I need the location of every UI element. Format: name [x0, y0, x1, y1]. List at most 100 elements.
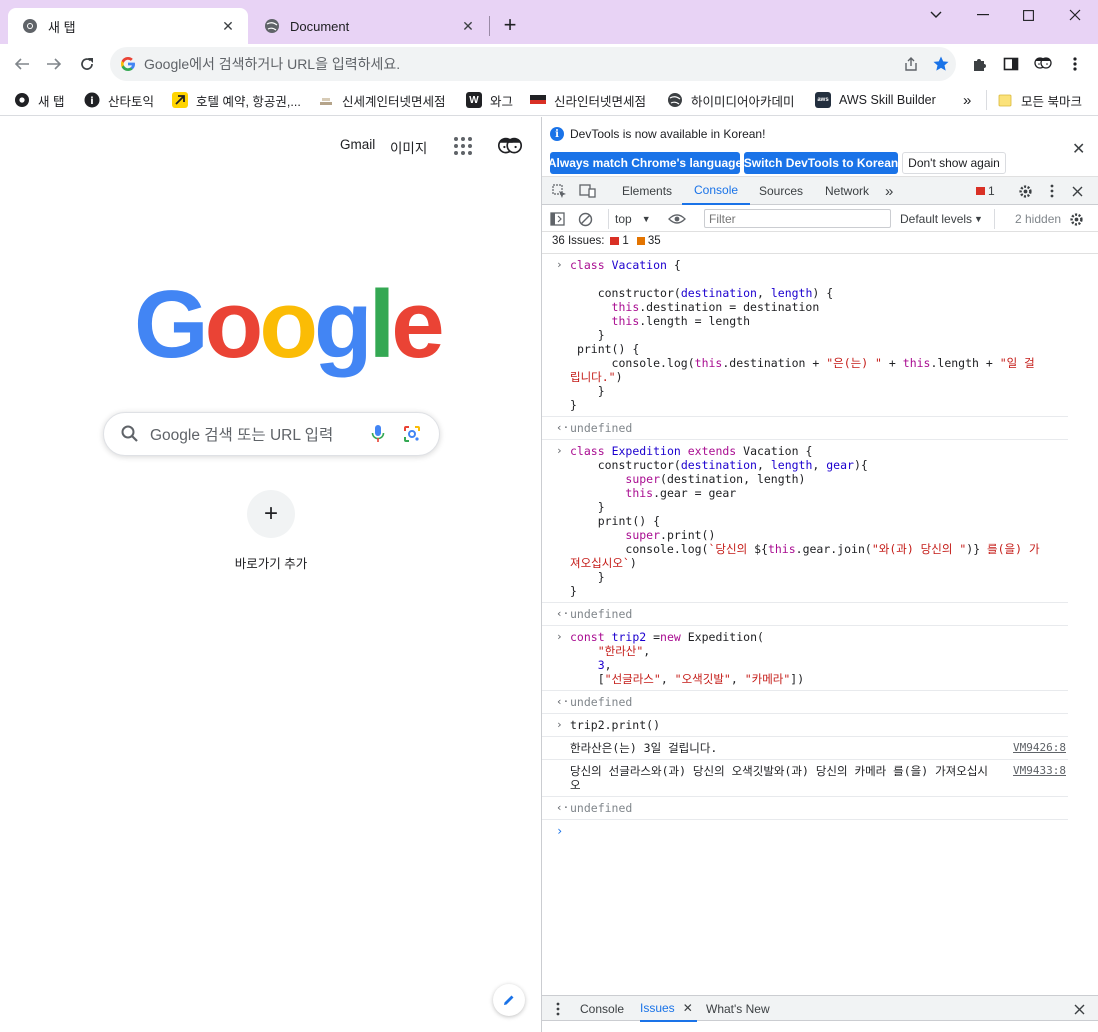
bookmarks-overflow-button[interactable]: »: [963, 90, 971, 110]
drawer-tab-issues[interactable]: Issues ✕: [640, 996, 697, 1022]
devtools-menu-icon[interactable]: [1043, 182, 1061, 200]
all-bookmarks-folder[interactable]: 모든 북마크: [986, 90, 1082, 110]
tab-document[interactable]: Document ✕: [250, 8, 488, 44]
bookmark-new-tab[interactable]: 새 탭: [14, 90, 64, 110]
new-tab-button[interactable]: +: [498, 12, 522, 37]
console-input-entry[interactable]: › class Expedition extends Vacation { co…: [542, 440, 1068, 603]
device-toolbar-icon[interactable]: [578, 182, 596, 200]
google-search-box[interactable]: Google 검색 또는 URL 입력: [103, 412, 440, 456]
account-avatar[interactable]: [496, 133, 524, 161]
error-count: 1: [988, 184, 995, 198]
bookmark-label: 호텔 예약, 항공권,...: [196, 94, 301, 109]
folder-icon: [997, 92, 1013, 108]
tab-close-icon[interactable]: ✕: [218, 16, 238, 36]
bookmark-label: 하이미디어아카데미: [691, 94, 795, 109]
drawer-tab-whats-new[interactable]: What's New: [706, 996, 770, 1022]
console-log-entry: 당신의 선글라스와(과) 당신의 오색깃발와(과) 당신의 카메라 를(을) 가…: [542, 760, 1068, 797]
tab-close-icon[interactable]: ✕: [458, 16, 478, 36]
google-lens-icon[interactable]: [395, 417, 429, 451]
console-toolbar: top ▼ Default levels ▼ 2 hidden: [542, 205, 1098, 232]
devtools-panel: i DevTools is now available in Korean! A…: [541, 117, 1098, 1032]
settings-gear-icon[interactable]: [1016, 182, 1034, 200]
forward-arrow-icon[interactable]: [40, 50, 68, 78]
drawer-close-icon[interactable]: [1074, 996, 1085, 1022]
always-match-language-button[interactable]: Always match Chrome's language: [548, 152, 742, 174]
console-output[interactable]: › class Vacation { constructor(destinati…: [542, 253, 1098, 995]
dropdown-arrow-icon: ▼: [974, 214, 983, 224]
result-value: undefined: [570, 607, 633, 621]
address-bar[interactable]: Google에서 검색하거나 URL을 입력하세요.: [110, 47, 956, 81]
live-expression-eye-icon[interactable]: [668, 209, 686, 229]
tab-new-tab[interactable]: 새 탭 ✕: [8, 8, 248, 44]
bookmark-highmedia[interactable]: 하이미디어아카데미: [667, 90, 795, 110]
bookmark-hotel[interactable]: 호텔 예약, 항공권,...: [172, 90, 301, 110]
kebab-menu-icon[interactable]: [1061, 50, 1089, 78]
infobar-close-icon[interactable]: ✕: [1072, 139, 1085, 159]
error-counter[interactable]: 1: [976, 177, 995, 205]
tab-sources[interactable]: Sources: [759, 177, 803, 205]
console-settings-gear-icon[interactable]: [1069, 209, 1084, 229]
console-sidebar-icon[interactable]: [550, 209, 565, 229]
input-chevron-icon: ›: [556, 258, 563, 271]
console-input-entry[interactable]: › trip2.print(): [542, 714, 1068, 737]
dont-show-again-button[interactable]: Don't show again: [902, 152, 1006, 174]
console-prompt[interactable]: ›: [542, 820, 1098, 838]
drawer-menu-icon[interactable]: [556, 996, 560, 1022]
log-message: 당신의 선글라스와(과) 당신의 오색깃발와(과) 당신의 카메라 를(을) 가…: [570, 764, 988, 792]
drawer-tab-console[interactable]: Console: [580, 996, 624, 1022]
issues-summary[interactable]: 36 Issues: 1 35: [552, 235, 661, 247]
context-selector[interactable]: top ▼: [608, 209, 651, 229]
bookmark-label: 와그: [490, 94, 514, 109]
drawer-tab-close-icon[interactable]: ✕: [683, 1001, 693, 1015]
add-shortcut-button[interactable]: +: [247, 490, 295, 538]
chrome-icon: [14, 92, 30, 108]
back-arrow-icon[interactable]: [8, 50, 36, 78]
gmail-link[interactable]: Gmail: [340, 137, 375, 152]
voice-search-mic-icon[interactable]: [361, 417, 395, 451]
bookmark-label: 산타토익: [108, 94, 155, 109]
bookmark-shinsegae[interactable]: 신세계인터넷면세점: [318, 90, 446, 110]
minimize-icon[interactable]: [960, 0, 1006, 30]
tab-elements[interactable]: Elements: [622, 177, 672, 205]
devtools-close-icon[interactable]: [1068, 182, 1086, 200]
bookmark-label: 신라인터넷면세점: [554, 94, 647, 109]
switch-to-korean-button[interactable]: Switch DevTools to Korean: [744, 152, 898, 174]
tab-network[interactable]: Network: [825, 177, 869, 205]
code-block: trip2.print(): [570, 718, 661, 732]
log-source-link[interactable]: VM9433:8: [1013, 764, 1066, 777]
bookmark-star-icon[interactable]: [926, 49, 956, 79]
more-tabs-button[interactable]: »: [885, 177, 893, 205]
filter-input[interactable]: [704, 209, 891, 228]
share-icon[interactable]: [896, 49, 926, 79]
tab-console[interactable]: Console: [682, 177, 751, 205]
globe-icon: [264, 18, 280, 34]
bookmarks-bar: 새 탭 i 산타토익 호텔 예약, 항공권,... 신세계인터넷면세점 W 와그…: [0, 84, 1098, 116]
bookmark-santa-toeic[interactable]: i 산타토익: [84, 90, 154, 110]
console-input-entry[interactable]: › class Vacation { constructor(destinati…: [542, 254, 1068, 417]
log-levels-dropdown[interactable]: Default levels ▼: [900, 209, 983, 229]
bookmark-aws[interactable]: aws AWS Skill Builder: [815, 90, 936, 110]
maximize-icon[interactable]: [1005, 0, 1051, 30]
side-panel-icon[interactable]: [997, 50, 1025, 78]
arrow-icon: [172, 92, 188, 108]
extensions-puzzle-icon[interactable]: [966, 50, 994, 78]
bookmark-waug[interactable]: W 와그: [466, 90, 513, 110]
console-result-entry: ‹· undefined: [542, 691, 1068, 714]
console-input-entry[interactable]: › const trip2 =new Expedition( "한라산", 3,…: [542, 626, 1068, 691]
close-icon[interactable]: [1052, 0, 1098, 30]
drawer-tab-issues-label: Issues: [640, 1001, 675, 1015]
inspect-element-icon[interactable]: [550, 182, 568, 200]
reload-icon[interactable]: [73, 50, 101, 78]
google-apps-grid-icon[interactable]: [454, 137, 472, 155]
bookmark-shilla[interactable]: 신라인터넷면세점: [530, 90, 646, 110]
browser-toolbar: Google에서 검색하거나 URL을 입력하세요.: [0, 44, 1098, 84]
tab-search-chevron-down-icon[interactable]: [913, 0, 959, 30]
customize-pencil-icon[interactable]: [493, 984, 525, 1016]
aws-icon: aws: [815, 92, 831, 108]
log-source-link[interactable]: VM9426:8: [1013, 741, 1066, 754]
google-logo: Google: [134, 277, 445, 373]
shilla-icon: [530, 92, 546, 108]
images-link[interactable]: 이미지: [390, 137, 427, 157]
profile-avatar-icon[interactable]: [1029, 50, 1057, 78]
clear-console-icon[interactable]: [578, 209, 593, 229]
